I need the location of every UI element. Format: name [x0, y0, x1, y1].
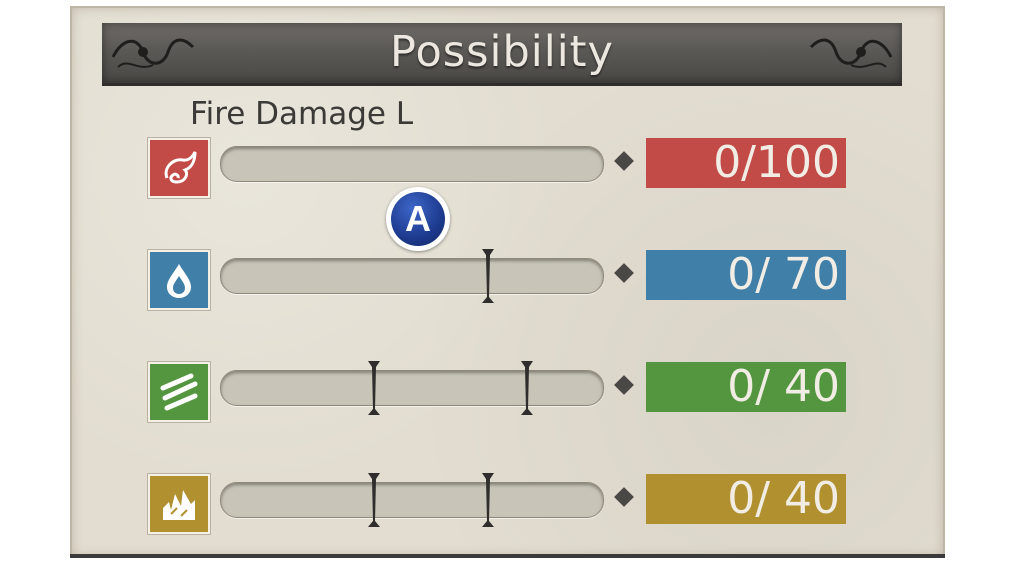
- fire-icon-box: [148, 138, 210, 198]
- diamond-separator-icon: [614, 487, 634, 507]
- callout-badge: A: [386, 187, 450, 251]
- page-title: Possibility: [390, 27, 614, 77]
- water-gauge-track: [220, 249, 604, 303]
- water-value-box: 0/ 70: [646, 250, 846, 300]
- fire-value-box: 0/100: [646, 138, 846, 188]
- wind-slash-icon: [160, 373, 198, 411]
- threshold-marker: [482, 249, 495, 303]
- diamond-separator-icon: [614, 263, 634, 283]
- skill-name-label: Fire Damage L: [190, 96, 414, 132]
- fire-row: 0/100: [70, 138, 945, 200]
- threshold-marker: [520, 361, 533, 415]
- threshold-marker: [367, 473, 380, 527]
- wind-gauge-track: [220, 361, 604, 415]
- ornament-flourish-right-icon: [809, 38, 893, 68]
- diamond-separator-icon: [614, 151, 634, 171]
- diamond-separator-icon: [614, 375, 634, 395]
- threshold-marker: [482, 473, 495, 527]
- wind-value-box: 0/ 40: [646, 362, 846, 412]
- wind-row: 0/ 40: [70, 361, 945, 424]
- fire-swirl-icon: [164, 151, 197, 184]
- threshold-marker: [367, 361, 380, 415]
- water-drop-icon: [167, 264, 191, 298]
- earth-value-box: 0/ 40: [646, 474, 846, 524]
- earth-rock-icon: [163, 490, 195, 520]
- possibility-panel: Possibility Fire Damage L 0/100 0/ 70 0/…: [70, 6, 945, 558]
- water-row: 0/ 70: [70, 249, 945, 312]
- callout-badge-label: A: [391, 192, 445, 246]
- earth-gauge-track: [220, 473, 604, 527]
- earth-row: 0/ 40: [70, 473, 945, 536]
- water-icon-box: [148, 250, 210, 310]
- earth-icon-box: [148, 474, 210, 534]
- title-banner: Possibility: [102, 23, 902, 86]
- wind-icon-box: [148, 362, 210, 422]
- fire-gauge-track: [220, 146, 604, 182]
